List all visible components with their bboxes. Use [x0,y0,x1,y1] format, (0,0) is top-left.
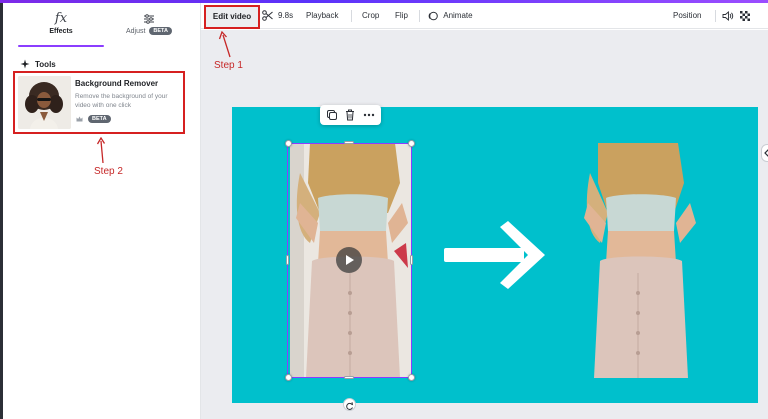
window-edge [0,3,3,419]
collapse-panel-toggle[interactable] [761,144,768,162]
animate-label: Animate [443,11,473,20]
toolbar-divider [351,10,352,22]
sliders-icon [104,9,194,27]
volume-button[interactable] [722,3,734,29]
tools-heading: Tools [20,58,56,70]
tab-effects-label: Effects [49,28,73,35]
fx-icon: fx [54,11,68,26]
element-quick-actions [320,105,381,125]
resize-handle-top[interactable] [344,141,354,144]
background-remover-description: Remove the background of your video with… [75,93,168,109]
play-icon [346,255,354,265]
top-toolbar: Edit video 9.8s Playback Crop Flip Anima… [201,3,768,29]
resize-handle-bottom-left[interactable] [285,374,292,381]
edit-video-button[interactable]: Edit video [204,5,260,29]
background-remover-card[interactable]: Background Remover Remove the background… [13,71,185,134]
transparency-button[interactable] [740,3,750,29]
crown-icon [76,116,83,122]
tab-adjust[interactable]: Adjust BETA [104,9,194,45]
chevron-left-icon [764,149,768,157]
duration-button[interactable]: 9.8s [278,3,293,29]
background-remover-title: Background Remover [75,79,159,88]
step2-label: Step 2 [94,166,123,177]
resize-handle-bottom-right[interactable] [408,374,415,381]
scissors-button[interactable] [262,3,273,29]
crop-button[interactable]: Crop [362,3,379,29]
playback-button[interactable]: Playback [306,3,338,29]
more-options-button[interactable] [362,108,376,122]
design-artboard[interactable] [232,107,758,403]
delete-button[interactable] [343,108,357,122]
flip-button[interactable]: Flip [395,3,408,29]
transparency-checker-icon [740,10,750,21]
play-button[interactable] [336,247,362,273]
resize-handle-bottom[interactable] [344,376,354,379]
duplicate-button[interactable] [325,108,339,122]
resize-handle-top-left[interactable] [285,140,292,147]
step1-label: Step 1 [214,60,243,71]
position-button[interactable]: Position [673,3,701,29]
app-root: fx Effects Adjust BETA Tools Background … [0,0,768,419]
resize-handle-right[interactable] [410,255,413,265]
sparkle-icon [20,59,30,69]
step2-arrow-icon [96,137,106,164]
resize-handle-left[interactable] [286,255,289,265]
trash-icon [346,109,354,121]
animate-button[interactable]: Animate [428,3,473,29]
arrow-right-icon [444,221,545,289]
toolbar-divider [419,10,420,22]
rotate-handle[interactable] [343,398,356,411]
background-remover-beta-badge: BETA [88,115,111,123]
background-remover-thumbnail [18,76,71,129]
tab-effects[interactable]: fx Effects [16,9,106,47]
panel-tabs: fx Effects Adjust BETA [8,9,194,47]
tools-heading-label: Tools [35,59,56,69]
resize-handle-top-right[interactable] [408,140,415,147]
active-tab-indicator [18,45,104,47]
animate-icon [428,11,438,21]
step1-arrow-icon [218,31,231,58]
volume-icon [722,10,734,21]
canvas-workspace: Step 1 [201,30,768,419]
scissors-icon [262,10,273,22]
effects-panel: fx Effects Adjust BETA Tools Background … [0,3,201,419]
rotate-icon [346,402,354,410]
background-removed-clip[interactable] [578,143,700,378]
tab-adjust-label: Adjust BETA [104,27,194,37]
toolbar-divider [715,10,716,22]
duplicate-icon [327,110,337,120]
adjust-beta-badge: BETA [149,27,172,35]
ellipsis-icon [363,113,375,117]
